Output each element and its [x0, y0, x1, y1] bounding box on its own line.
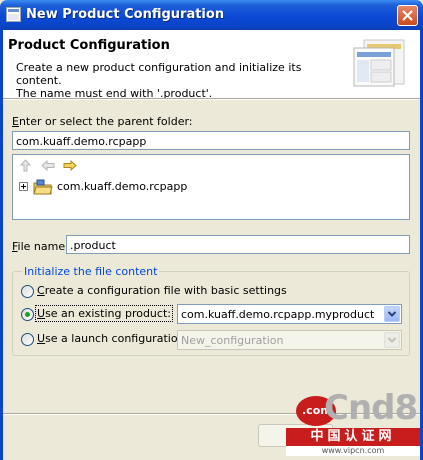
back-arrow-icon[interactable]	[41, 159, 55, 172]
existing-product-value: com.kuaff.demo.rcpapp.myproduct	[181, 308, 375, 321]
go-into-icon[interactable]	[19, 159, 32, 172]
radio-existing-product[interactable]	[21, 308, 34, 321]
mnemonic-u: U	[37, 307, 46, 320]
page-title: Product Configuration	[8, 38, 170, 53]
radio-launch-configuration[interactable]	[21, 333, 34, 346]
forward-arrow-icon[interactable]	[63, 159, 77, 172]
launch-configuration-dropdown-button[interactable]	[384, 332, 400, 348]
wizard-header: Product Configuration Create a new produ…	[3, 30, 420, 100]
radio-existing-product-label[interactable]: Use an existing product:	[35, 305, 173, 322]
watermark-letters: Cnd8	[324, 388, 418, 428]
watermark-chinese-banner: 中国认证网	[286, 428, 420, 446]
radio-launch-configuration-label[interactable]: Use a launch configuration:	[37, 332, 188, 345]
folder-tree[interactable]: com.kuaff.demo.rcpapp	[12, 154, 410, 220]
mnemonic-u2: U	[37, 332, 46, 345]
file-name-input[interactable]: .product	[66, 235, 410, 254]
cnd8-watermark-logo: .com Cnd8 中国认证网 www.vipcn.com	[286, 388, 420, 456]
mnemonic-c: C	[37, 284, 45, 297]
parent-folder-input[interactable]: com.kuaff.demo.rcpapp	[12, 131, 410, 150]
existing-product-dropdown-button[interactable]	[384, 306, 400, 322]
tree-toolbar	[13, 155, 409, 175]
close-icon	[402, 10, 413, 21]
existing-product-combo[interactable]: com.kuaff.demo.rcpapp.myproduct	[177, 304, 402, 324]
mnemonic-e: E	[12, 115, 19, 128]
chevron-down-icon	[387, 311, 397, 317]
window-title: New Product Configuration	[26, 7, 225, 22]
radio-basic-settings-label[interactable]: Create a configuration file with basic s…	[37, 284, 287, 297]
file-name-value: .product	[70, 239, 116, 252]
radio-basic-settings-text: reate a configuration file with basic se…	[44, 284, 287, 297]
watermark-url: www.vipcn.com	[286, 446, 420, 456]
radio-launch-configuration-text: se a launch configuration:	[45, 332, 189, 345]
parent-folder-value: com.kuaff.demo.rcpapp	[16, 135, 147, 148]
radio-existing-product-text: se an existing product:	[45, 307, 171, 320]
file-name-label-text: ile name:	[17, 240, 69, 253]
eclipse-app-icon	[6, 7, 21, 22]
header-separator	[3, 98, 420, 100]
page-description: Create a new product configuration and i…	[16, 61, 346, 100]
close-button[interactable]	[397, 5, 418, 26]
initialize-group-legend: Initialize the file content	[22, 265, 160, 278]
tree-item-label: com.kuaff.demo.rcpapp	[57, 180, 188, 193]
parent-folder-label: Enter or select the parent folder:	[12, 115, 193, 128]
expand-toggle-icon[interactable]	[19, 182, 28, 191]
parent-folder-label-text: nter or select the parent folder:	[18, 115, 193, 128]
file-name-label: File name:	[12, 240, 69, 253]
title-bar[interactable]: New Product Configuration	[0, 0, 423, 30]
product-wizard-banner-icon	[353, 39, 405, 87]
plugin-project-icon	[33, 179, 53, 195]
description-line-1: Create a new product configuration and i…	[16, 61, 302, 87]
launch-configuration-combo[interactable]: New_configuration	[177, 330, 402, 350]
chevron-down-icon	[387, 337, 397, 343]
radio-basic-settings[interactable]	[21, 285, 34, 298]
launch-configuration-value: New_configuration	[181, 334, 284, 347]
